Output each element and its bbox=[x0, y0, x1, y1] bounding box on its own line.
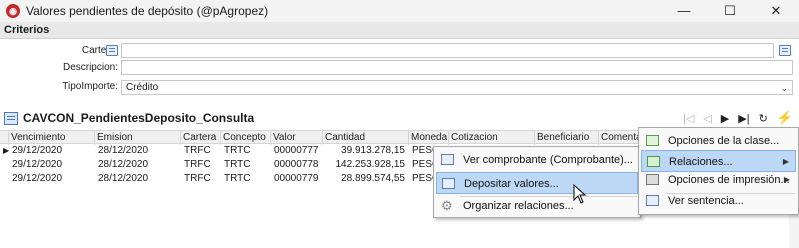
menu-item-ver-sentencia[interactable]: Ver sentencia... bbox=[641, 190, 796, 212]
cell-vencimiento: 29/12/2020 bbox=[12, 173, 63, 184]
col-cantidad[interactable]: Cantidad bbox=[322, 131, 408, 145]
cell-concepto: TRTC bbox=[224, 145, 251, 156]
cartera-label: Cartera: bbox=[81, 45, 118, 56]
current-row-marker-icon: ▶ bbox=[3, 146, 10, 155]
relations-icon bbox=[647, 156, 660, 167]
sentence-icon bbox=[646, 195, 659, 206]
col-moneda[interactable]: Moneda bbox=[408, 131, 448, 145]
menu-item-opciones-clase[interactable]: Opciones de la clase... bbox=[641, 130, 796, 152]
cell-emision: 28/12/2020 bbox=[98, 145, 149, 156]
cell-concepto: TRTC bbox=[224, 159, 251, 170]
tipoimporte-row: TipoImporte: Crédito ⌄ bbox=[0, 79, 799, 95]
col-emision[interactable]: Emision bbox=[94, 131, 180, 145]
tipoimporte-select[interactable]: Crédito ⌄ bbox=[121, 80, 793, 95]
descripcion-field[interactable] bbox=[121, 60, 793, 75]
cell-cantidad: 39.913.278,15 bbox=[341, 145, 405, 156]
cell-cantidad: 142.253.928,15 bbox=[335, 159, 405, 170]
menu-item-label: Ver comprobante (Comprobante)... bbox=[463, 154, 633, 166]
cell-valor: 00000779 bbox=[274, 173, 319, 184]
row-context-menu: Ver comprobante (Comprobante)... Deposit… bbox=[433, 146, 641, 218]
grid-icon bbox=[4, 111, 18, 125]
descripcion-label: Descripcion: bbox=[62, 62, 118, 73]
refresh-icon[interactable]: ↻ bbox=[759, 112, 768, 125]
col-vencimiento[interactable]: Vencimiento bbox=[8, 131, 94, 145]
menu-item-label: Opciones de la clase... bbox=[668, 135, 780, 147]
cell-vencimiento: 29/12/2020 bbox=[12, 159, 63, 170]
actions-menu: Opciones de la clase... Relaciones... ▶ … bbox=[638, 127, 799, 215]
menu-item-opciones-impresion[interactable]: Opciones de impresión... ▶ bbox=[641, 169, 796, 191]
query-title: CAVCON_PendientesDeposito_Consulta bbox=[23, 111, 255, 125]
document-icon bbox=[441, 154, 454, 165]
menu-item-organizar-relaciones[interactable]: ⚙ Organizar relaciones... bbox=[436, 195, 638, 217]
col-valor[interactable]: Valor bbox=[270, 131, 322, 145]
chevron-down-icon: ⌄ bbox=[780, 83, 788, 93]
menu-item-ver-comprobante[interactable]: Ver comprobante (Comprobante)... bbox=[436, 149, 638, 171]
minimize-button[interactable]: — bbox=[661, 0, 707, 22]
cell-cartera: TRFC bbox=[184, 159, 211, 170]
col-comentario[interactable]: Comenta bbox=[598, 131, 638, 145]
printer-icon bbox=[646, 174, 659, 185]
next-record-icon[interactable]: ▶ bbox=[721, 112, 729, 125]
criteria-header: Criterios bbox=[0, 22, 799, 39]
cell-cartera: TRFC bbox=[184, 145, 211, 156]
app-logo-icon: ◉ bbox=[6, 4, 20, 18]
col-concepto[interactable]: Concepto bbox=[220, 131, 270, 145]
cell-cantidad: 28.899.574,55 bbox=[341, 173, 405, 184]
prev-record-icon[interactable]: ◁ bbox=[703, 112, 711, 125]
col-beneficiario[interactable]: Beneficiario bbox=[534, 131, 598, 145]
cell-emision: 28/12/2020 bbox=[98, 159, 149, 170]
menu-item-label: Organizar relaciones... bbox=[463, 200, 574, 212]
deposit-icon bbox=[442, 178, 455, 189]
col-cartera[interactable]: Cartera bbox=[180, 131, 220, 145]
cartera-row: Cartera: bbox=[0, 43, 799, 59]
menu-item-label: Opciones de impresión... bbox=[668, 174, 790, 186]
descripcion-row: Descripcion: bbox=[0, 60, 799, 76]
last-record-icon[interactable]: ▶| bbox=[738, 112, 749, 125]
maximize-button[interactable]: ☐ bbox=[707, 0, 753, 22]
cartera-lookup-icon[interactable] bbox=[106, 45, 118, 56]
cell-concepto: TRTC bbox=[224, 173, 251, 184]
cartera-browse-icon[interactable] bbox=[779, 45, 791, 56]
first-record-icon[interactable]: |◁ bbox=[683, 112, 694, 125]
record-navigation: |◁ ◁ ▶ ▶| ↻ ⚡ bbox=[683, 108, 793, 128]
cell-emision: 28/12/2020 bbox=[98, 173, 149, 184]
tipoimporte-label: TipoImporte: bbox=[62, 81, 118, 92]
cell-valor: 00000778 bbox=[274, 159, 319, 170]
submenu-arrow-icon: ▶ bbox=[783, 175, 790, 184]
tipoimporte-value: Crédito bbox=[126, 82, 159, 93]
cell-valor: 00000777 bbox=[274, 145, 319, 156]
table-header: Vencimiento Emision Cartera Concepto Val… bbox=[0, 130, 640, 145]
query-toolbar: CAVCON_PendientesDeposito_Consulta |◁ ◁ … bbox=[0, 108, 799, 128]
class-options-icon bbox=[646, 135, 659, 146]
title-bar: ◉ Valores pendientes de depósito (@pAgro… bbox=[0, 0, 799, 22]
col-cotizacion[interactable]: Cotizacion bbox=[448, 131, 534, 145]
actions-icon[interactable]: ⚡ bbox=[777, 110, 793, 126]
window-title: Valores pendientes de depósito (@pAgrope… bbox=[26, 4, 269, 18]
gear-icon: ⚙ bbox=[441, 198, 453, 213]
window-controls: — ☐ ✕ bbox=[661, 0, 799, 22]
menu-item-label: Ver sentencia... bbox=[668, 195, 744, 207]
cartera-field[interactable] bbox=[121, 43, 774, 58]
cell-vencimiento: 29/12/2020 bbox=[12, 145, 63, 156]
close-button[interactable]: ✕ bbox=[753, 0, 799, 22]
cell-cartera: TRFC bbox=[184, 173, 211, 184]
menu-item-label: Depositar valores... bbox=[464, 178, 559, 190]
menu-item-depositar-valores[interactable]: Depositar valores... bbox=[436, 172, 638, 194]
